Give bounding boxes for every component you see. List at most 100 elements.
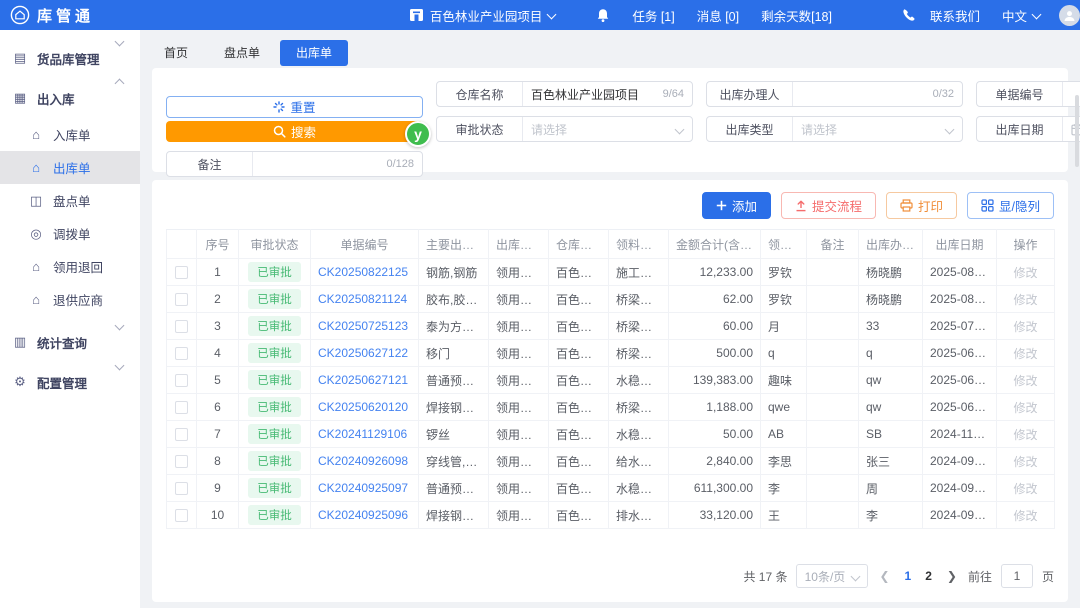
next-page-button[interactable]: ❯	[945, 569, 959, 583]
doc-number-link[interactable]: CK20250627121	[318, 373, 408, 387]
modify-link[interactable]: 修改	[1013, 320, 1037, 334]
sidebar-item[interactable]: ◎ 调拨单	[0, 217, 140, 250]
doc-number-link[interactable]: CK20250627122	[318, 346, 408, 360]
floating-widget-badge[interactable]: y	[405, 121, 431, 147]
column-header: 审批状态	[238, 229, 311, 259]
doc-number-link[interactable]: CK20250620120	[318, 400, 408, 414]
print-label: 打印	[918, 200, 944, 214]
page-scrollbar-thumb[interactable]	[1075, 95, 1079, 167]
tab-bar: 首页 盘点单 出库单	[140, 30, 1080, 66]
approval-status-select[interactable]: 请选择	[523, 117, 692, 141]
cell-request-unit: 桥梁施工...	[608, 285, 669, 313]
page-size-select[interactable]: 10条/页	[796, 564, 869, 588]
row-checkbox[interactable]	[175, 509, 188, 523]
in-out-warehouse-icon: ▦	[13, 90, 27, 105]
table-row: 10 已审批 CK20240925096 焊接钢管,... 领用出库 百色林业.…	[166, 501, 1055, 529]
modify-link[interactable]: 修改	[1013, 347, 1037, 361]
table-row: 8 已审批 CK20240926098 穿线管,穿... 领用出库 百色林业..…	[166, 447, 1055, 475]
reset-button[interactable]: 重置	[166, 96, 423, 118]
doc-number-link[interactable]: CK20250725123	[318, 319, 408, 333]
search-button[interactable]: 搜索 y	[166, 120, 431, 147]
cell-remark	[806, 474, 859, 502]
print-button[interactable]: 打印	[886, 192, 958, 219]
status-badge: 已审批	[248, 397, 301, 417]
cell-recipient: 王	[760, 501, 807, 529]
user-avatar[interactable]	[1059, 4, 1080, 26]
chevron-icon	[116, 320, 124, 328]
page-number[interactable]: 2	[921, 569, 936, 583]
submit-flow-button[interactable]: 提交流程	[780, 192, 876, 219]
contact-us-link[interactable]: 联系我们	[930, 6, 980, 25]
cell-warehouse: 百色林业...	[548, 420, 609, 448]
doc-number-link[interactable]: CK20240925097	[318, 481, 408, 495]
topbar: 库管通 百色林业产业园项目 任务 [1] 消息 [0] 剩余天数[18] 联系我…	[0, 0, 1080, 30]
language-selector[interactable]: 中文	[1002, 6, 1041, 25]
doc-number-link[interactable]: CK20241129106	[318, 427, 407, 441]
doc-number-link[interactable]: CK20250821124	[318, 292, 407, 306]
sidebar-item[interactable]: ⌂ 领用退回	[0, 250, 140, 283]
column-header: 仓库名称	[548, 229, 609, 259]
modify-link[interactable]: 修改	[1013, 482, 1037, 496]
sidebar-item[interactable]: ◫ 盘点单	[0, 184, 140, 217]
row-checkbox[interactable]	[175, 401, 188, 415]
warehouse-name-input[interactable]	[531, 87, 657, 101]
goto-page-input[interactable]	[1000, 564, 1033, 588]
doc-number-link[interactable]: CK20240925096	[318, 508, 408, 522]
row-checkbox[interactable]	[175, 320, 188, 334]
tab[interactable]: 盘点单	[208, 40, 276, 66]
row-checkbox[interactable]	[175, 428, 188, 442]
modify-link[interactable]: 修改	[1013, 509, 1037, 523]
cell-remark	[806, 339, 859, 367]
table-row: 4 已审批 CK20250627122 移门 领用出库 百色林业... 桥梁施工…	[166, 339, 1055, 367]
modify-link[interactable]: 修改	[1013, 401, 1037, 415]
modify-link[interactable]: 修改	[1013, 266, 1037, 280]
tab[interactable]: 首页	[148, 40, 204, 66]
sidebar-item-label: 货品库管理	[37, 52, 100, 67]
prev-page-button[interactable]: ❮	[877, 569, 891, 583]
cell-handler: 33	[858, 312, 923, 340]
notification-bell[interactable]	[596, 8, 610, 23]
add-button[interactable]: 添加	[701, 192, 771, 219]
sidebar-item[interactable]: ▥ 统计查询	[0, 322, 140, 362]
cell-out-type: 领用出库	[488, 312, 549, 340]
row-checkbox[interactable]	[175, 455, 188, 469]
row-checkbox[interactable]	[175, 293, 188, 307]
row-checkbox[interactable]	[175, 482, 188, 496]
column-header: 金额合计(含税)	[668, 229, 761, 259]
sidebar-item[interactable]: ⚙ 配置管理	[0, 362, 140, 402]
tasks-link[interactable]: 任务 [1]	[632, 6, 674, 25]
out-type-label: 出库类型	[707, 117, 793, 141]
show-hide-columns-button[interactable]: 显/隐列	[967, 192, 1054, 219]
doc-number-link[interactable]: CK20240926098	[318, 454, 408, 468]
messages-link[interactable]: 消息 [0]	[697, 6, 739, 25]
sidebar-item[interactable]: ⌂ 退供应商	[0, 283, 140, 316]
chevron-down-icon	[1033, 9, 1041, 17]
sidebar-item[interactable]: ▦ 出入库	[0, 78, 140, 118]
row-checkbox[interactable]	[175, 347, 188, 361]
cell-remark	[806, 366, 859, 394]
out-handler-input[interactable]	[801, 87, 927, 101]
column-header: 序号	[196, 229, 239, 259]
cell-recipient: 月	[760, 312, 807, 340]
sidebar-item[interactable]: ▤ 货品库管理	[0, 38, 140, 78]
project-selector[interactable]: 百色林业产业园项目	[409, 6, 557, 25]
remark-input[interactable]	[261, 157, 381, 171]
modify-link[interactable]: 修改	[1013, 374, 1037, 388]
sidebar-item[interactable]: ⌂ 入库单	[0, 118, 140, 151]
sidebar-item[interactable]: ⌂ 出库单	[0, 151, 140, 184]
table-row: 3 已审批 CK20250725123 泰为方瓶... 领用出库 百色林业...…	[166, 312, 1055, 340]
cell-remark	[806, 447, 859, 475]
out-type-select[interactable]: 请选择	[793, 117, 962, 141]
column-header: 单据编号	[310, 229, 419, 259]
modify-link[interactable]: 修改	[1013, 455, 1037, 469]
cell-amount: 500.00	[668, 339, 761, 367]
cell-handler: q	[858, 339, 923, 367]
doc-number-link[interactable]: CK20250822125	[318, 265, 408, 279]
row-checkbox[interactable]	[175, 374, 188, 388]
page-number[interactable]: 1	[901, 569, 916, 583]
tab[interactable]: 出库单	[280, 40, 349, 66]
submit-flow-label: 提交流程	[811, 200, 862, 214]
modify-link[interactable]: 修改	[1013, 293, 1037, 307]
row-checkbox[interactable]	[175, 266, 188, 280]
modify-link[interactable]: 修改	[1013, 428, 1037, 442]
